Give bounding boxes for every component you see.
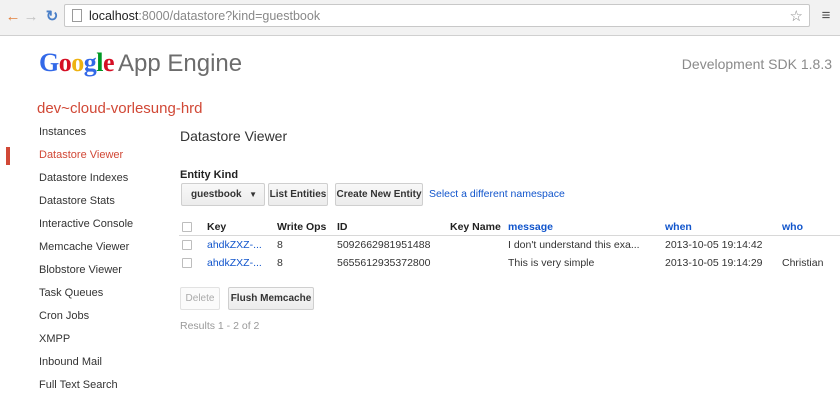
entities-table: Key Write Ops ID Key Name message when w… xyxy=(179,219,840,271)
sidebar-item-blobstore-viewer[interactable]: Blobstore Viewer xyxy=(0,259,165,282)
menu-icon[interactable]: ≡ xyxy=(818,7,834,27)
sidebar-item-interactive-console[interactable]: Interactive Console xyxy=(0,213,165,236)
delete-button[interactable]: Delete xyxy=(180,287,220,310)
sidebar-item-datastore-stats[interactable]: Datastore Stats xyxy=(0,190,165,213)
header-write-ops[interactable]: Write Ops xyxy=(277,221,326,233)
entity-kind-label: Entity Kind xyxy=(180,169,239,181)
url-text[interactable]: localhost:8000/datastore?kind=guestbook xyxy=(89,9,320,23)
header-message[interactable]: message xyxy=(508,221,553,233)
sdk-version: Development SDK 1.8.3 xyxy=(681,56,832,72)
row-checkbox[interactable] xyxy=(182,240,192,250)
header-id[interactable]: ID xyxy=(337,221,348,233)
header-who[interactable]: who xyxy=(782,221,803,233)
row-checkbox[interactable] xyxy=(182,258,192,268)
table-row: ahdkZXZ-... 8 5655612935372800 This is v… xyxy=(179,255,840,272)
bookmark-star-icon[interactable]: ☆ xyxy=(790,7,803,25)
namespace-link[interactable]: Select a different namespace xyxy=(429,188,565,200)
selected-kind: guestbook xyxy=(191,189,242,200)
url-host: localhost xyxy=(89,9,139,23)
google-app-engine-logo[interactable]: Google App Engine xyxy=(39,48,242,78)
back-arrow-icon[interactable]: ← xyxy=(5,8,21,26)
sidebar-nav: Instances Datastore Viewer Datastore Index… xyxy=(0,121,165,397)
sidebar-item-instances[interactable]: Instances xyxy=(0,121,165,144)
list-entities-button[interactable]: List Entities xyxy=(268,183,328,206)
logo-letter: o xyxy=(58,48,72,77)
message-cell: I don't understand this exa... xyxy=(508,239,640,251)
sidebar-item-datastore-viewer[interactable]: Datastore Viewer xyxy=(0,144,165,167)
entity-key-link[interactable]: ahdkZXZ-... xyxy=(207,257,262,269)
url-path: :8000/datastore?kind=guestbook xyxy=(138,9,321,23)
header-key[interactable]: Key xyxy=(207,221,226,233)
select-all-checkbox[interactable] xyxy=(182,222,192,232)
write-ops-cell: 8 xyxy=(277,257,283,269)
entity-kind-select[interactable]: guestbook ▼ xyxy=(181,183,265,206)
table-header: Key Write Ops ID Key Name message when w… xyxy=(179,219,840,236)
sidebar-item-full-text-search[interactable]: Full Text Search xyxy=(0,374,165,397)
logo-letter: G xyxy=(39,48,59,77)
page-icon xyxy=(72,9,82,22)
when-cell: 2013-10-05 19:14:29 xyxy=(665,257,763,269)
entity-key-link[interactable]: ahdkZXZ-... xyxy=(207,239,262,251)
header-when[interactable]: when xyxy=(665,221,692,233)
message-cell: This is very simple xyxy=(508,257,595,269)
browser-toolbar: ← → ↻ localhost:8000/datastore?kind=gues… xyxy=(0,0,840,36)
sidebar-item-cron-jobs[interactable]: Cron Jobs xyxy=(0,305,165,328)
logo-letter: o xyxy=(71,48,84,77)
app-id-heading: dev~cloud-vorlesung-hrd xyxy=(37,100,203,117)
id-cell: 5655612935372800 xyxy=(337,257,431,269)
logo-letter: e xyxy=(102,48,115,77)
address-bar[interactable]: localhost:8000/datastore?kind=guestbook … xyxy=(64,4,810,27)
sidebar-item-inbound-mail[interactable]: Inbound Mail xyxy=(0,351,165,374)
sidebar-item-memcache-viewer[interactable]: Memcache Viewer xyxy=(0,236,165,259)
forward-arrow-icon[interactable]: → xyxy=(23,8,39,26)
table-row: ahdkZXZ-... 8 5092662981951488 I don't u… xyxy=(179,237,840,254)
logo-letter: g xyxy=(83,48,97,77)
when-cell: 2013-10-05 19:14:42 xyxy=(665,239,763,251)
sidebar-item-xmpp[interactable]: XMPP xyxy=(0,328,165,351)
header-key-name[interactable]: Key Name xyxy=(450,221,501,233)
write-ops-cell: 8 xyxy=(277,239,283,251)
flush-memcache-button[interactable]: Flush Memcache xyxy=(228,287,314,310)
page-title: Datastore Viewer xyxy=(180,128,288,144)
dropdown-arrow-icon: ▼ xyxy=(249,190,257,199)
product-name: App Engine xyxy=(118,50,243,77)
id-cell: 5092662981951488 xyxy=(337,239,431,251)
google-logo: Google xyxy=(39,48,115,77)
sidebar-item-datastore-indexes[interactable]: Datastore Indexes xyxy=(0,167,165,190)
reload-icon[interactable]: ↻ xyxy=(44,8,60,26)
who-cell: Christian xyxy=(782,257,824,269)
sidebar-item-task-queues[interactable]: Task Queues xyxy=(0,282,165,305)
create-entity-button[interactable]: Create New Entity xyxy=(335,183,423,206)
logo-letter: l xyxy=(96,48,103,77)
results-count: Results 1 - 2 of 2 xyxy=(180,320,260,332)
